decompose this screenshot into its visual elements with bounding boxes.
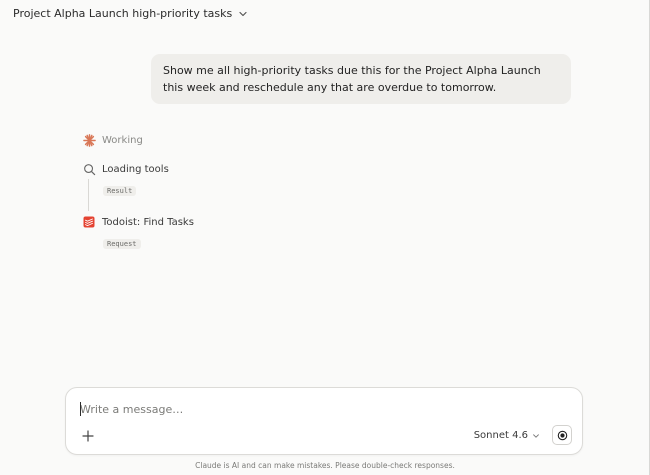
- result-tag[interactable]: Result: [103, 186, 137, 196]
- conversation-title: Project Alpha Launch high-priority tasks: [13, 7, 233, 20]
- stop-button[interactable]: [552, 425, 572, 445]
- step-loading-tools[interactable]: Loading tools: [82, 160, 382, 178]
- chevron-down-icon: [239, 11, 247, 16]
- disclaimer-text: Claude is AI and can make mistakes. Plea…: [195, 461, 455, 470]
- request-tag[interactable]: Request: [103, 239, 141, 249]
- text-caret: [80, 402, 81, 416]
- step-todoist-find-tasks[interactable]: Todoist: Find Tasks: [82, 213, 382, 231]
- sparkle-icon: [82, 133, 96, 147]
- add-attachment-button[interactable]: [80, 428, 96, 444]
- plus-icon: [82, 430, 94, 442]
- assistant-steps: Working Loading tools Result Todoist: Fi…: [82, 131, 382, 250]
- step-label: Loading tools: [102, 163, 169, 175]
- message-input[interactable]: [80, 400, 560, 418]
- chat-window: Project Alpha Launch high-priority tasks…: [0, 0, 650, 475]
- stop-icon: [557, 430, 567, 440]
- step-label: Todoist: Find Tasks: [102, 216, 194, 228]
- step-label: Working: [102, 134, 143, 146]
- chevron-down-icon: [533, 433, 539, 438]
- step-connector-line: [88, 179, 89, 211]
- step-working: Working: [82, 131, 382, 149]
- conversation-title-menu[interactable]: Project Alpha Launch high-priority tasks: [13, 7, 248, 20]
- model-name: Sonnet 4.6: [473, 430, 528, 441]
- model-selector[interactable]: Sonnet 4.6: [474, 430, 540, 441]
- search-icon: [82, 162, 96, 176]
- message-composer: Sonnet 4.6: [65, 387, 583, 455]
- user-message-text: Show me all high-priority tasks due this…: [163, 64, 541, 94]
- user-message: Show me all high-priority tasks due this…: [151, 54, 571, 104]
- todoist-icon: [82, 215, 96, 229]
